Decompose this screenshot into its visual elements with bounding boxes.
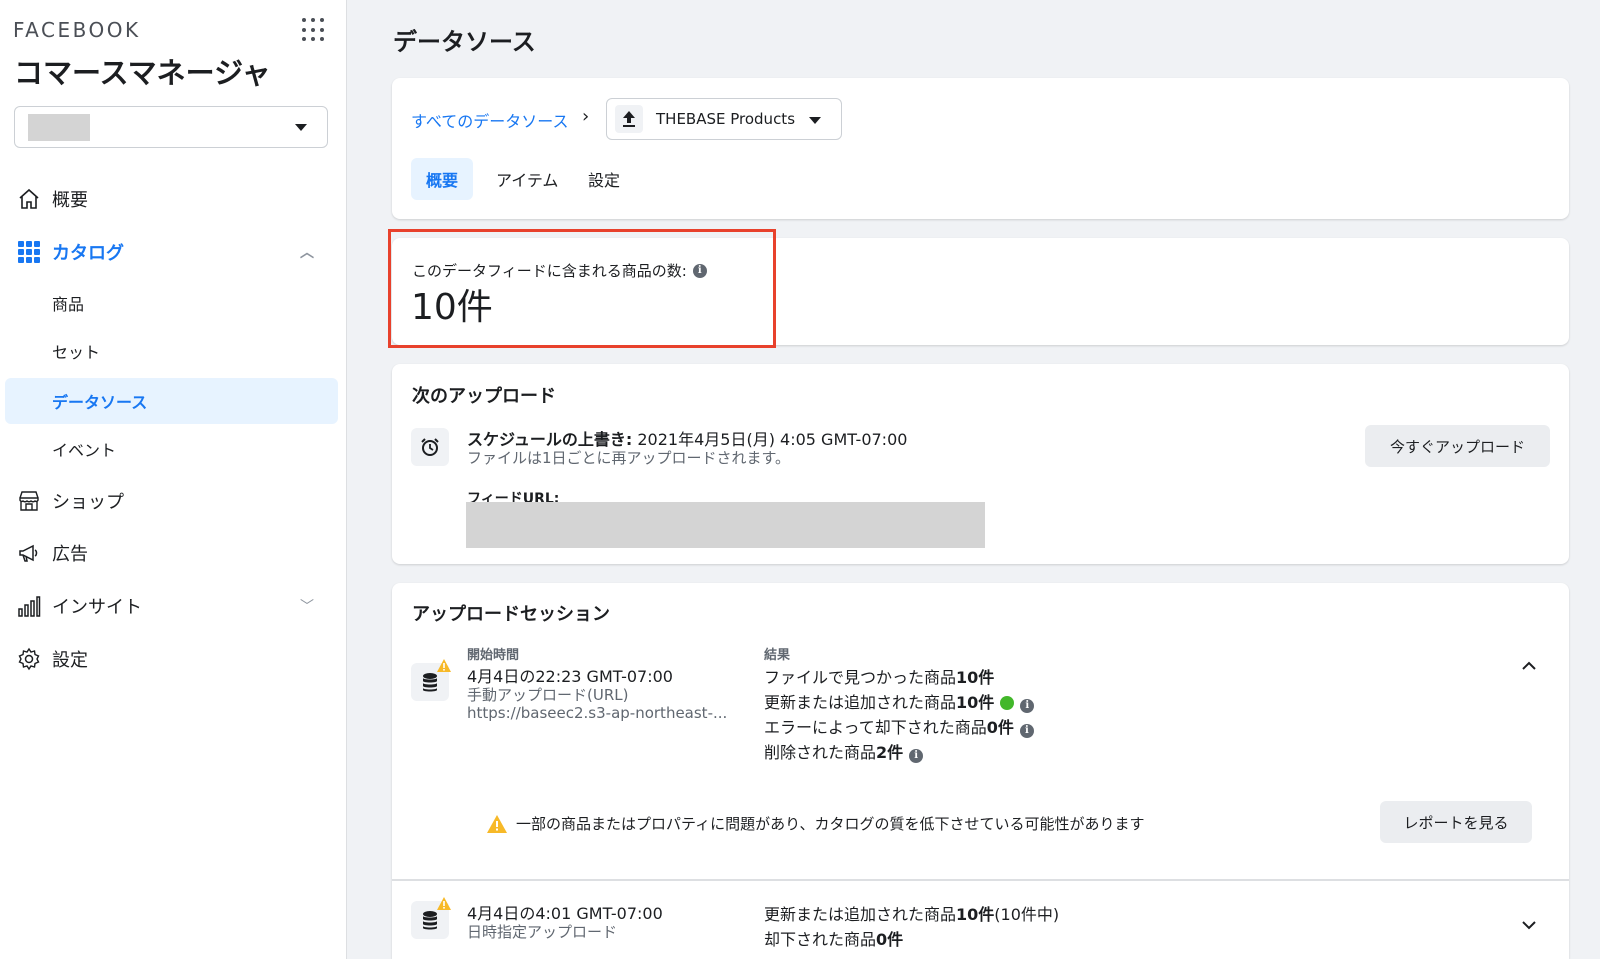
sidebar-item-settings[interactable]: 設定	[0, 636, 347, 682]
data-source-header-card: すべてのデータソース › THEBASE Products 概要 アイテム 設定	[392, 78, 1569, 219]
sidebar-item-sets[interactable]: セット	[5, 328, 338, 374]
catalog-grid-icon	[17, 240, 41, 264]
chevron-up-icon[interactable]	[1522, 655, 1536, 674]
info-icon[interactable]: i	[1020, 698, 1035, 713]
warning-icon	[437, 659, 451, 672]
sidebar-item-data-sources[interactable]: データソース	[5, 378, 338, 424]
gear-icon	[17, 647, 41, 671]
session-1-url[interactable]: https://baseec2.s3-ap-northeast-...	[467, 704, 727, 722]
app-title: コマースマネージャ	[14, 56, 271, 90]
sidebar-item-events[interactable]: イベント	[5, 426, 338, 472]
session-1-found: ファイルで見つかった商品10件	[764, 668, 995, 687]
facebook-logo[interactable]: FACEBOOK	[13, 18, 141, 42]
next-upload-title: 次のアップロード	[412, 386, 556, 407]
upload-icon	[615, 105, 643, 133]
chevron-down-icon[interactable]	[1522, 915, 1536, 934]
warning-icon	[487, 814, 507, 833]
caret-down-icon	[295, 124, 307, 131]
session-divider	[392, 879, 1569, 881]
session-1-updated: 更新または追加された商品10件 i	[764, 689, 1035, 713]
bar-chart-icon	[17, 594, 41, 618]
session-2-rejected: 却下された商品0件	[764, 930, 904, 949]
sidebar-item-catalog[interactable]: カタログ ︿	[0, 229, 347, 275]
result-header: 結果	[764, 648, 791, 663]
tab-settings[interactable]: 設定	[573, 158, 635, 200]
redacted-feed-url	[466, 502, 985, 548]
chevron-up-icon: ︿	[300, 245, 314, 261]
caret-down-icon	[809, 117, 821, 124]
megaphone-icon	[17, 541, 41, 565]
session-2-updated: 更新または追加された商品10件(10件中)	[764, 905, 1060, 924]
view-report-button[interactable]: レポートを見る	[1380, 801, 1532, 843]
success-status-dot	[1000, 696, 1015, 710]
data-source-selector[interactable]: THEBASE Products	[606, 98, 842, 140]
info-icon[interactable]: i	[909, 748, 924, 763]
upload-sessions-title: アップロードセッション	[412, 604, 610, 625]
schedule-note: ファイルは1日ごとに再アップロードされます。	[467, 449, 791, 467]
tab-overview[interactable]: 概要	[411, 158, 474, 200]
breadcrumb-chevron-icon: ›	[582, 106, 590, 127]
chevron-down-icon: ﹀	[300, 599, 314, 615]
next-upload-card: 次のアップロード スケジュールの上書き: 2021年4月5日(月) 4:05 G…	[392, 364, 1569, 564]
annotation-highlight-box	[388, 229, 776, 348]
session-2-method: 日時指定アップロード	[467, 923, 618, 941]
breadcrumb-all-data-sources[interactable]: すべてのデータソース	[411, 108, 568, 132]
sidebar-item-products[interactable]: 商品	[5, 280, 338, 326]
page-title: データソース	[393, 28, 536, 56]
sidebar-item-ads[interactable]: 広告	[0, 530, 347, 576]
session-1-deleted: 削除された商品2件 i	[764, 739, 924, 763]
sidebar-item-shop[interactable]: ショップ	[0, 478, 347, 524]
alarm-clock-icon	[411, 428, 449, 466]
upload-now-button[interactable]: 今すぐアップロード	[1365, 425, 1550, 467]
warning-icon	[437, 897, 451, 910]
sidebar-item-overview[interactable]: 概要	[0, 176, 347, 222]
start-time-header: 開始時間	[467, 648, 520, 663]
apps-grid-icon[interactable]	[302, 18, 326, 42]
account-selector[interactable]	[14, 106, 328, 148]
info-icon[interactable]: i	[1019, 723, 1034, 738]
redacted-account-name	[28, 114, 90, 141]
shop-icon	[17, 489, 41, 513]
sidebar: FACEBOOK コマースマネージャ 概要 カタログ ︿ 商品 セット データソ…	[0, 0, 347, 959]
upload-sessions-card: アップロードセッション 開始時間 4月4日の22:23 GMT-07:00 手動…	[392, 583, 1569, 959]
tab-items[interactable]: アイテム	[481, 158, 573, 200]
session-1-rejected: エラーによって却下された商品0件 i	[764, 714, 1034, 738]
session-1-method: 手動アップロード(URL)	[467, 686, 629, 704]
quality-warning: 一部の商品またはプロパティに問題があり、カタログの質を低下させている可能性があり…	[487, 813, 1145, 834]
sidebar-item-insights[interactable]: インサイト ﹀	[0, 583, 347, 629]
home-icon	[17, 187, 41, 211]
